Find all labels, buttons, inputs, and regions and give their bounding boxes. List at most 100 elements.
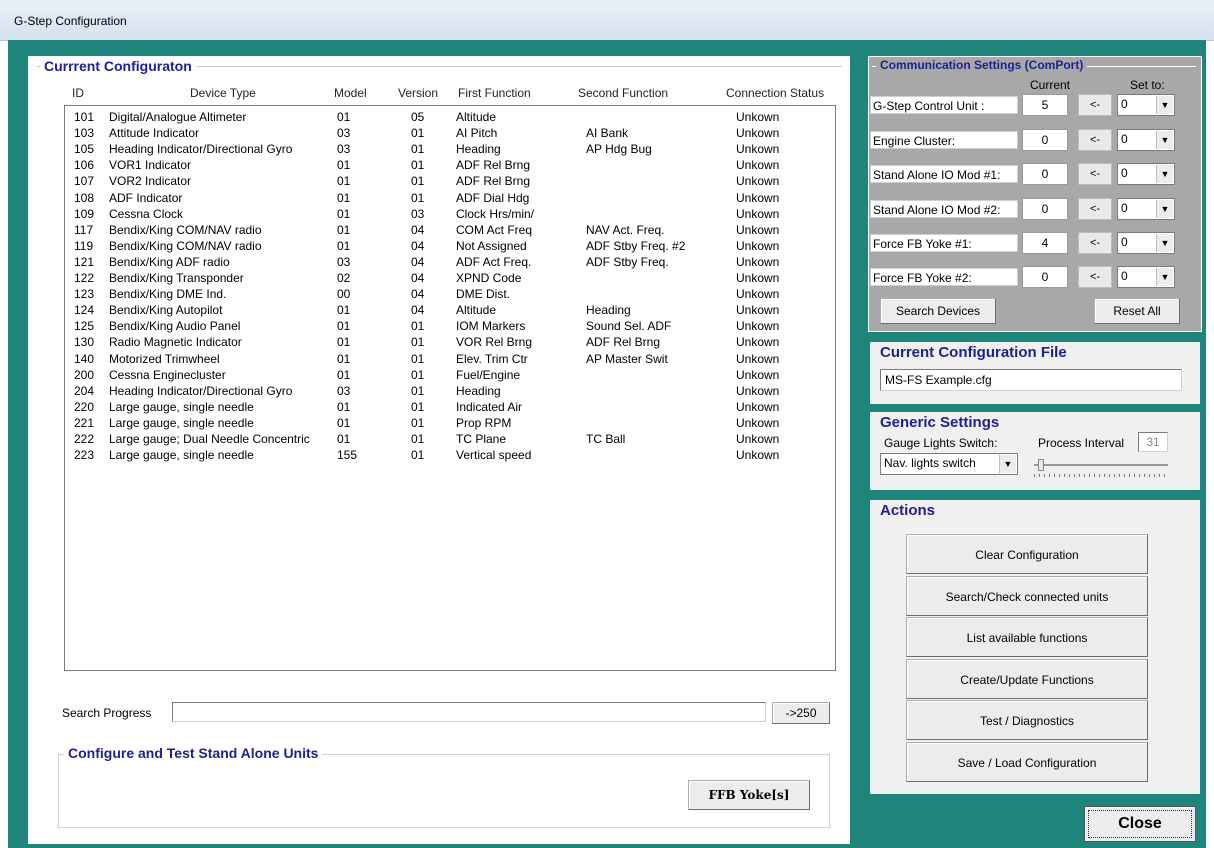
apply-arrow-button[interactable]: <- bbox=[1078, 129, 1112, 151]
title-bar: G-Step Configuration bbox=[0, 0, 1214, 41]
table-row[interactable]: 122 Bendix/King Transponder 02 04 XPND Code U… bbox=[65, 271, 835, 287]
config-file-title: Current Configuration File bbox=[876, 344, 1071, 361]
clear-configuration-button[interactable]: Clear Configuration bbox=[906, 534, 1148, 574]
cell-first-function: ADF Rel Brng bbox=[456, 174, 531, 189]
table-row[interactable]: 200 Cessna Enginecluster 01 01 Fuel/Engine Un… bbox=[65, 368, 835, 384]
cell-model: 01 bbox=[337, 206, 351, 221]
cell-connection-status: Unkown bbox=[736, 319, 780, 334]
cell-first-function: ADF Rel Brng bbox=[456, 158, 531, 173]
cell-first-function: ADF Dial Hdg bbox=[456, 190, 530, 205]
comm-row-label: Stand Alone IO Mod #2: bbox=[870, 200, 1018, 218]
table-row[interactable]: 123 Bendix/King DME Ind. 00 04 DME Dist. Unko… bbox=[65, 287, 835, 303]
cell-device-type: Attitude Indicator bbox=[109, 126, 200, 141]
search-check-units-button[interactable]: Search/Check connected units bbox=[906, 575, 1148, 616]
comm-setto-select[interactable]: 0 ▼ bbox=[1117, 94, 1175, 116]
apply-arrow-button[interactable]: <- bbox=[1078, 266, 1112, 288]
cell-model: 01 bbox=[337, 319, 351, 334]
close-button[interactable]: Close bbox=[1084, 806, 1196, 842]
list-functions-button[interactable]: List available functions bbox=[906, 617, 1148, 658]
ffb-yoke-button[interactable]: FFB Yoke[s] bbox=[688, 780, 810, 810]
table-row[interactable]: 121 Bendix/King ADF radio 03 04 ADF Act Freq… bbox=[65, 255, 835, 271]
table-row[interactable]: 130 Radio Magnetic Indicator 01 01 VOR Rel B… bbox=[65, 335, 835, 351]
apply-arrow-button[interactable]: <- bbox=[1078, 198, 1112, 220]
cell-first-function: Fuel/Engine bbox=[456, 367, 521, 382]
cell-id: 125 bbox=[74, 319, 95, 334]
comm-row-label: Force FB Yoke #1: bbox=[870, 234, 1018, 252]
process-interval-label: Process Interval bbox=[1038, 436, 1125, 450]
create-update-functions-button[interactable]: Create/Update Functions bbox=[906, 658, 1148, 699]
cell-first-function: Elev. Trim Ctr bbox=[456, 351, 528, 366]
cell-connection-status: Unkown bbox=[736, 432, 780, 446]
table-row[interactable]: 220 Large gauge, single needle 01 01 Indicat… bbox=[65, 400, 835, 416]
cell-id: 117 bbox=[74, 222, 94, 237]
cell-model: 03 bbox=[337, 126, 351, 141]
comm-setto-value: 0 bbox=[1121, 201, 1128, 215]
cell-model: 03 bbox=[337, 383, 351, 398]
table-row[interactable]: 204 Heading Indicator/Directional Gyro 03 0… bbox=[65, 384, 835, 400]
cell-version: 01 bbox=[411, 367, 425, 382]
cell-model: 01 bbox=[337, 367, 351, 382]
chevron-down-icon: ▼ bbox=[1156, 131, 1173, 149]
search-range-button[interactable]: ->250 bbox=[772, 702, 830, 724]
cell-device-type: Bendix/King Transponder bbox=[109, 271, 244, 285]
cell-device-type: VOR1 Indicator bbox=[109, 158, 192, 173]
config-file-field[interactable]: MS-FS Example.cfg bbox=[880, 369, 1182, 391]
reset-all-button[interactable]: Reset All bbox=[1094, 298, 1180, 324]
cell-device-type: VOR2 Indicator bbox=[109, 174, 192, 189]
config-file-value: MS-FS Example.cfg bbox=[885, 373, 992, 387]
comm-setto-select[interactable]: 0 ▼ bbox=[1117, 266, 1175, 288]
col-header-second-function: Second Function bbox=[578, 86, 669, 100]
cell-version: 04 bbox=[411, 287, 425, 302]
comm-setto-select[interactable]: 0 ▼ bbox=[1117, 163, 1175, 185]
table-row[interactable]: 103 Attitude Indicator 03 01 AI Pitch AI Bank… bbox=[65, 126, 835, 142]
table-row[interactable]: 119 Bendix/King COM/NAV radio 01 04 Not Assi… bbox=[65, 239, 835, 255]
table-row[interactable]: 108 ADF Indicator 01 01 ADF Dial Hdg Unkown bbox=[65, 191, 835, 207]
cell-model: 03 bbox=[337, 142, 351, 157]
table-row[interactable]: 105 Heading Indicator/Directional Gyro 03 0… bbox=[65, 142, 835, 158]
comm-row-label: Force FB Yoke #2: bbox=[870, 268, 1018, 286]
apply-arrow-button[interactable]: <- bbox=[1078, 163, 1112, 185]
cell-model: 01 bbox=[337, 238, 351, 253]
apply-arrow-button[interactable]: <- bbox=[1078, 94, 1112, 116]
table-row[interactable]: 124 Bendix/King Autopilot 01 04 Altitude Head… bbox=[65, 303, 835, 319]
cell-device-type: Bendix/King Audio Panel bbox=[109, 319, 241, 334]
table-row[interactable]: 117 Bendix/King COM/NAV radio 01 04 COM Act … bbox=[65, 223, 835, 239]
apply-arrow-button[interactable]: <- bbox=[1078, 232, 1112, 254]
process-interval-slider[interactable] bbox=[1034, 458, 1168, 478]
table-row[interactable]: 221 Large gauge, single needle 01 01 Prop RP… bbox=[65, 416, 835, 432]
table-row[interactable]: 140 Motorized Trimwheel 01 01 Elev. Trim Ctr… bbox=[65, 352, 835, 368]
cell-model: 01 bbox=[337, 174, 351, 189]
table-row[interactable]: 125 Bendix/King Audio Panel 01 01 IOM Marker… bbox=[65, 319, 835, 335]
comm-setto-value: 0 bbox=[1121, 269, 1128, 283]
search-devices-button[interactable]: Search Devices bbox=[880, 298, 996, 324]
device-list[interactable]: 101 Digital/Analogue Altimeter 01 05 Altitud… bbox=[64, 105, 836, 671]
table-row[interactable]: 107 VOR2 Indicator 01 01 ADF Rel Brng Unkown bbox=[65, 174, 835, 190]
cell-version: 01 bbox=[411, 142, 425, 157]
cell-first-function: Not Assigned bbox=[456, 238, 527, 253]
cell-second-function: Heading bbox=[586, 303, 631, 318]
table-row[interactable]: 223 Large gauge, single needle 155 01 Vertic… bbox=[65, 448, 835, 464]
gauge-lights-select[interactable]: Nav. lights switch ▼ bbox=[880, 453, 1018, 475]
cell-id: 221 bbox=[74, 415, 95, 430]
table-row[interactable]: 106 VOR1 Indicator 01 01 ADF Rel Brng Unkown bbox=[65, 158, 835, 174]
cell-connection-status: Unkown bbox=[736, 142, 780, 157]
comm-setto-select[interactable]: 0 ▼ bbox=[1117, 129, 1175, 151]
cell-model: 03 bbox=[337, 254, 351, 269]
table-row[interactable]: 222 Large gauge; Dual Needle Concentric 01… bbox=[65, 432, 835, 448]
cell-device-type: Heading Indicator/Directional Gyro bbox=[109, 383, 293, 398]
cell-id: 123 bbox=[74, 287, 95, 302]
cell-second-function: NAV Act. Freq. bbox=[586, 222, 665, 237]
table-row[interactable]: 109 Cessna Clock 01 03 Clock Hrs/min/Unkown bbox=[65, 207, 835, 223]
comm-setto-select[interactable]: 0 ▼ bbox=[1117, 232, 1175, 254]
cell-model: 01 bbox=[337, 432, 351, 446]
cell-version: 01 bbox=[411, 448, 425, 463]
col-header-id: ID bbox=[72, 86, 84, 100]
save-load-configuration-button[interactable]: Save / Load Configuration bbox=[906, 742, 1148, 782]
cell-first-function: Altitude bbox=[456, 110, 497, 124]
table-row[interactable]: 101 Digital/Analogue Altimeter 01 05 Altitud… bbox=[65, 110, 835, 126]
cell-first-function: Prop RPM bbox=[456, 415, 512, 430]
cell-first-function: VOR Rel Brng bbox=[456, 335, 533, 350]
comm-setto-select[interactable]: 0 ▼ bbox=[1117, 198, 1175, 220]
test-diagnostics-button[interactable]: Test / Diagnostics bbox=[906, 700, 1148, 741]
cell-version: 01 bbox=[411, 174, 425, 189]
